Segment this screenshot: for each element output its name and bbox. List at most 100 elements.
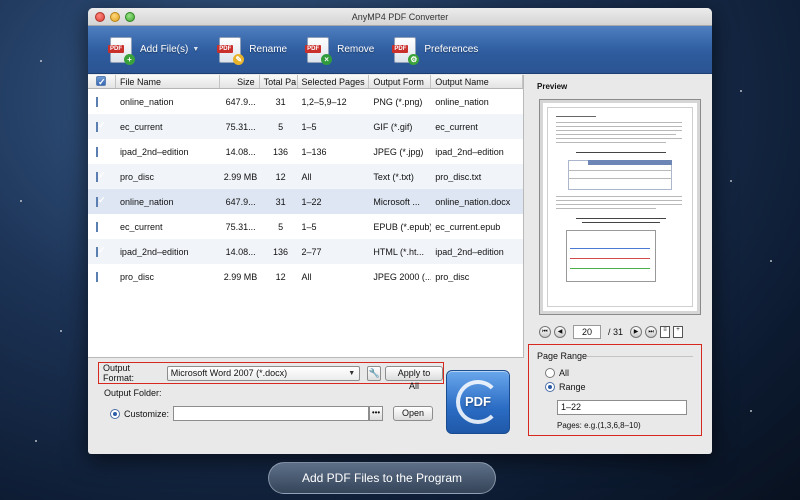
- app-window: AnyMP4 PDF Converter PDF + Add File(s) ▼ …: [88, 8, 712, 454]
- cell-file-name: online_nation: [119, 96, 174, 107]
- document-add-icon[interactable]: +: [673, 326, 684, 338]
- select-all-checkbox[interactable]: [96, 75, 106, 88]
- range-custom-option[interactable]: Range: [545, 382, 586, 392]
- chevron-down-icon[interactable]: ▼: [192, 46, 199, 53]
- customize-label: Customize:: [124, 408, 170, 419]
- column-header-selected-pages[interactable]: Selected Pages: [298, 75, 370, 88]
- cell-total-pages: 12: [275, 171, 286, 182]
- table-row[interactable]: ipad_2nd–edition 14.08... 136 2–77 HTML …: [88, 239, 523, 264]
- cell-size: 14.08...: [225, 246, 256, 257]
- table-row[interactable]: pro_disc 2.99 MB 12 All Text (*.txt) pro…: [88, 164, 523, 189]
- column-header-size[interactable]: Size: [220, 75, 260, 88]
- wrench-settings-icon[interactable]: 🔧: [367, 365, 382, 381]
- rename-label: Rename: [249, 44, 288, 55]
- row-checkbox[interactable]: [96, 271, 98, 282]
- table-row[interactable]: online_nation 647.9... 31 1,2–5,9–12 PNG…: [88, 89, 523, 114]
- cell-selected-pages: All: [301, 171, 312, 182]
- customize-folder-row: Customize: ••• Open: [110, 406, 434, 421]
- cell-total-pages: 136: [273, 146, 289, 157]
- output-path-input[interactable]: [173, 406, 370, 421]
- table-row[interactable]: ipad_2nd–edition 14.08... 136 1–136 JPEG…: [88, 139, 523, 164]
- table-header: File Name Size Total Pa Selected Pages O…: [88, 75, 523, 89]
- table-row[interactable]: pro_disc 2.99 MB 12 All JPEG 2000 (... p…: [88, 264, 523, 289]
- cell-output-format: JPEG (*.jpg): [373, 146, 424, 157]
- add-pdf-files-caption: Add PDF Files to the Program: [268, 462, 496, 494]
- open-folder-button[interactable]: Open: [393, 406, 434, 421]
- preferences-button[interactable]: PDF ⚙ Preferences: [392, 36, 478, 65]
- remove-pdf-icon: PDF ×: [305, 36, 333, 65]
- cell-total-pages: 5: [278, 221, 284, 232]
- page-range-hint: Pages: e.g.(1,3,6,8–10): [557, 421, 641, 430]
- cell-total-pages: 136: [273, 246, 289, 257]
- window-title: AnyMP4 PDF Converter: [351, 12, 449, 22]
- cell-selected-pages: 1,2–5,9–12: [301, 96, 347, 107]
- remove-button[interactable]: PDF × Remove: [305, 36, 374, 65]
- range-all-radio[interactable]: [545, 368, 555, 378]
- customize-radio[interactable]: [110, 408, 120, 419]
- document-thumbnail: [547, 107, 693, 307]
- close-window-button[interactable]: [95, 12, 105, 22]
- cell-selected-pages: 2–77: [301, 246, 322, 257]
- column-header-total-pages[interactable]: Total Pa: [260, 75, 298, 88]
- preferences-pdf-icon: PDF ⚙: [392, 36, 420, 65]
- cell-output-format: GIF (*.gif): [373, 121, 413, 132]
- previous-page-button[interactable]: ◀: [554, 326, 566, 338]
- cell-size: 14.08...: [225, 146, 256, 157]
- output-format-select[interactable]: Microsoft Word 2007 (*.docx) ▼: [166, 365, 361, 381]
- zoom-window-button[interactable]: [125, 12, 135, 22]
- column-header-output-format[interactable]: Output Form: [369, 75, 432, 88]
- browse-folder-button[interactable]: •••: [369, 406, 384, 421]
- cell-size: 2.99 MB: [223, 271, 258, 282]
- convert-button[interactable]: PDF: [446, 370, 510, 434]
- table-row[interactable]: ec_current 75.31... 5 1–5 GIF (*.gif) ec…: [88, 114, 523, 139]
- page-range-input[interactable]: 1–22: [557, 400, 687, 415]
- cell-file-name: online_nation: [119, 196, 174, 207]
- table-row[interactable]: ec_current 75.31... 5 1–5 EPUB (*.epub) …: [88, 214, 523, 239]
- output-format-value: Microsoft Word 2007 (*.docx): [170, 367, 288, 378]
- row-checkbox[interactable]: [96, 146, 98, 157]
- cell-output-format: JPEG 2000 (...: [373, 271, 432, 282]
- row-checkbox[interactable]: [96, 221, 98, 232]
- output-format-group: Output Format: Microsoft Word 2007 (*.do…: [98, 362, 444, 391]
- select-all-checkbox-cell[interactable]: [88, 75, 116, 88]
- add-files-button[interactable]: PDF + Add File(s) ▼: [108, 36, 199, 65]
- preview-title: Preview: [537, 82, 568, 91]
- row-checkbox[interactable]: [96, 246, 98, 257]
- column-header-file-name[interactable]: File Name: [116, 75, 220, 88]
- first-page-button[interactable]: ⏮: [539, 326, 551, 338]
- cell-output-name: online_nation.docx: [435, 196, 511, 207]
- apply-to-all-button[interactable]: Apply to All: [385, 365, 443, 391]
- rename-button[interactable]: PDF ✎ Rename: [217, 36, 288, 65]
- cell-selected-pages: 1–22: [301, 196, 322, 207]
- row-checkbox[interactable]: [96, 121, 98, 132]
- cell-output-name: pro_disc: [435, 271, 470, 282]
- toolbar: PDF + Add File(s) ▼ PDF ✎ Rename PDF × Remo…: [88, 26, 712, 74]
- preview-panel: Preview ⏮ ◀ 20 / 31 ▶ ⏭ ≡ +: [529, 75, 712, 358]
- next-page-button[interactable]: ▶: [630, 326, 643, 338]
- cell-file-name: ec_current: [119, 121, 163, 132]
- range-all-option[interactable]: All: [545, 368, 569, 378]
- document-view-icon[interactable]: ≡: [660, 326, 671, 338]
- rename-pdf-icon: PDF ✎: [217, 36, 245, 65]
- current-page-input[interactable]: 20: [573, 325, 601, 339]
- table-row-selected[interactable]: online_nation 647.9... 31 1–22 Microsoft…: [88, 189, 523, 214]
- range-custom-radio[interactable]: [545, 382, 555, 392]
- row-checkbox[interactable]: [96, 96, 98, 107]
- last-page-button[interactable]: ⏭: [645, 326, 658, 338]
- cell-output-name: ec_current: [435, 121, 478, 132]
- cell-output-format: HTML (*.ht...: [373, 246, 425, 257]
- add-files-label: Add File(s): [140, 44, 189, 55]
- cell-file-name: ipad_2nd–edition: [119, 146, 189, 157]
- row-checkbox[interactable]: [96, 196, 98, 207]
- cell-total-pages: 31: [275, 96, 286, 107]
- cell-size: 75.31...: [225, 221, 256, 232]
- page-navigator: ⏮ ◀ 20 / 31 ▶ ⏭ ≡ +: [539, 325, 684, 339]
- output-format-label: Output Format:: [103, 363, 135, 383]
- row-checkbox[interactable]: [96, 171, 98, 182]
- cell-file-name: ec_current: [119, 221, 163, 232]
- cell-output-name: online_nation: [435, 96, 489, 107]
- minimize-window-button[interactable]: [110, 12, 120, 22]
- column-header-output-name[interactable]: Output Name: [431, 75, 523, 88]
- chevron-down-icon: ▼: [348, 369, 356, 377]
- add-pdf-icon: PDF +: [108, 36, 135, 65]
